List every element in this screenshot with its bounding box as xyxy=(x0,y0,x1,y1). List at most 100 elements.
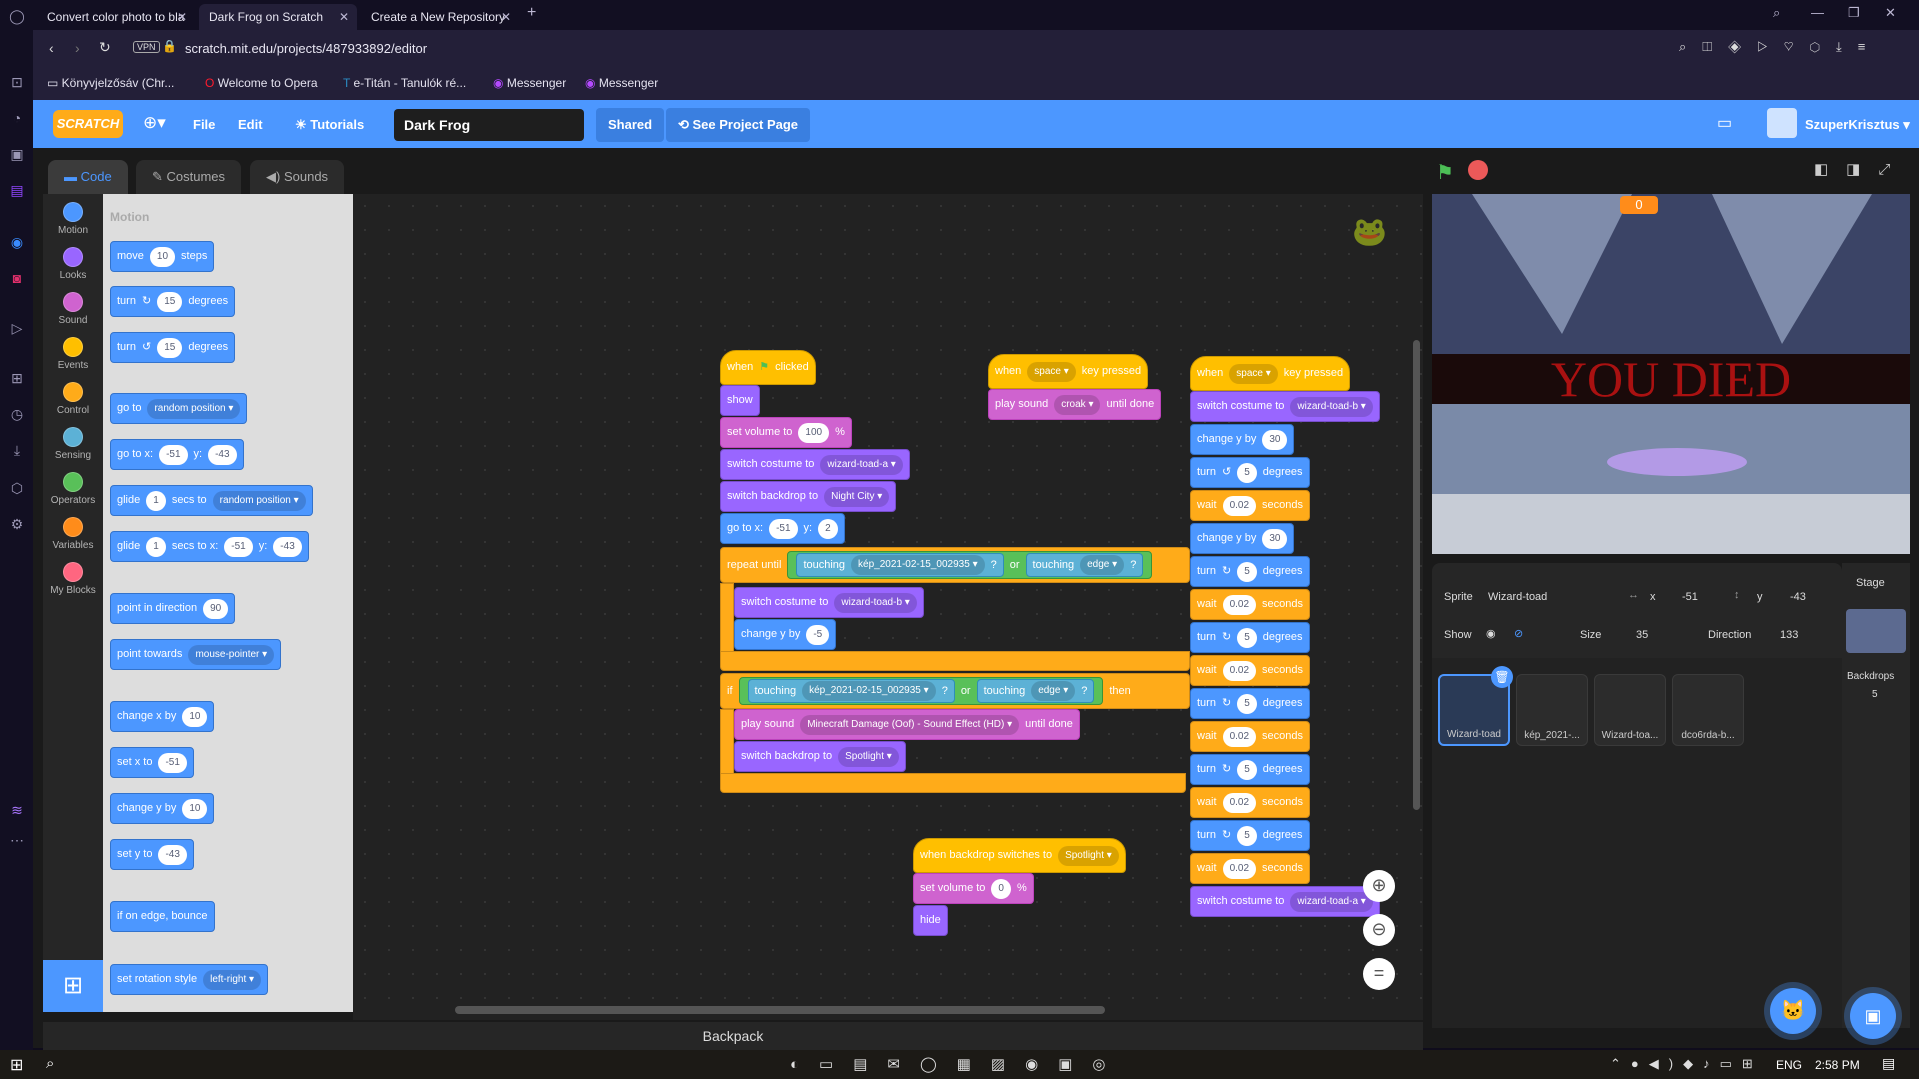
block-play-sound-until-done[interactable]: play sound Minecraft Damage (Oof) - Sound… xyxy=(734,709,1080,740)
block-turn-right[interactable]: turn ↻ 5 degrees xyxy=(1190,622,1310,653)
category-my-blocks[interactable]: My Blocks xyxy=(43,562,103,596)
instagram-icon[interactable]: ◙ xyxy=(7,268,27,288)
stop-icon[interactable] xyxy=(1468,160,1488,180)
block-input[interactable]: 2 xyxy=(818,518,838,539)
block-go-to-xy[interactable]: go to x: -51 y: 2 xyxy=(720,513,845,544)
block-input[interactable]: -51 xyxy=(224,536,253,557)
settings-gear-icon[interactable]: ⚙ xyxy=(7,514,27,534)
block-if-then[interactable]: if touching kép_2021-02-15_002935 ▾? or t… xyxy=(720,673,1190,709)
toolbar-icons[interactable]: ⌕◫◈▷♡⬡⤓≡ xyxy=(1679,39,1881,55)
more-icon[interactable]: ⋯ xyxy=(7,830,27,850)
box-icon[interactable]: ⬡ xyxy=(7,478,27,498)
block-input[interactable]: 5 xyxy=(1237,825,1257,846)
block-when-backdrop-switches[interactable]: when backdrop switches to Spotlight ▾ xyxy=(913,838,1126,873)
edit-menu[interactable]: Edit xyxy=(238,117,263,132)
block-or[interactable]: touching kép_2021-02-15_002935 ▾? or touc… xyxy=(738,677,1104,705)
workspace-vscrollbar[interactable] xyxy=(1413,340,1420,810)
username-menu[interactable]: SzuperKrisztus ▾ xyxy=(1805,117,1910,133)
backpack-bar[interactable]: Backpack xyxy=(43,1022,1423,1050)
block-input[interactable]: 100 xyxy=(798,422,830,443)
block-input[interactable]: 0.02 xyxy=(1222,858,1257,879)
url-field[interactable]: scratch.mit.edu/projects/487933892/edito… xyxy=(185,41,427,56)
zoom-reset-button[interactable]: = xyxy=(1363,958,1395,990)
project-title-input[interactable]: Dark Frog xyxy=(394,109,584,141)
dropdown[interactable]: edge ▾ xyxy=(1031,681,1076,701)
block-go-to[interactable]: go to random position ▾ xyxy=(110,393,248,424)
tab-costumes[interactable]: ✎ Costumes xyxy=(136,160,242,194)
block-input[interactable]: 0.02 xyxy=(1222,726,1257,747)
block-switch-costume[interactable]: switch costume to wizard-toad-a ▾ xyxy=(1190,886,1380,917)
category-looks[interactable]: Looks xyxy=(43,247,103,281)
new-tab-plus-icon[interactable]: + xyxy=(527,4,536,22)
block-input[interactable]: -51 xyxy=(769,518,798,539)
history-icon[interactable]: ◷ xyxy=(7,404,27,424)
download-icon[interactable]: ⤓ xyxy=(7,440,27,460)
delete-trash-icon[interactable]: 🗑 xyxy=(1491,666,1513,688)
block-set-x[interactable]: set x to -51 xyxy=(110,747,194,778)
eye-hidden-icon[interactable]: ⊘ xyxy=(1514,627,1523,640)
messenger-icon[interactable]: ◉ xyxy=(7,232,27,252)
tab-convert[interactable]: Convert color photo to bla ✕ xyxy=(37,4,195,30)
block-input[interactable]: 10 xyxy=(182,706,208,727)
block-input[interactable]: -43 xyxy=(273,536,302,557)
block-repeat-until[interactable]: repeat until touching kép_2021-02-15_0029… xyxy=(720,547,1190,583)
dropdown[interactable]: wizard-toad-a ▾ xyxy=(1290,891,1373,912)
block-set-volume[interactable]: set volume to 100% xyxy=(720,417,852,448)
block-input[interactable]: 30 xyxy=(1262,528,1288,549)
close-icon[interactable]: ✕ xyxy=(501,4,511,30)
dropdown[interactable]: wizard-toad-a ▾ xyxy=(820,454,903,475)
block-input[interactable]: 0 xyxy=(991,878,1011,899)
windows-start-icon[interactable]: ⊞ xyxy=(10,1055,23,1075)
category-control[interactable]: Control xyxy=(43,382,103,416)
block-input[interactable]: 1 xyxy=(146,490,166,511)
stage-size-icons[interactable]: ◧◨⤢ xyxy=(1814,160,1908,178)
block-input[interactable]: 0.02 xyxy=(1222,792,1257,813)
search-icon[interactable]: ⌕ xyxy=(46,1055,54,1072)
dropdown[interactable]: croak ▾ xyxy=(1054,394,1101,415)
stage-selector-panel[interactable]: Stage Backdrops 5 ▣ xyxy=(1842,563,1910,1039)
minimize-icon[interactable]: — xyxy=(1811,5,1824,20)
block-input[interactable]: 1 xyxy=(146,536,166,557)
dropdown[interactable]: kép_2021-02-15_002935 ▾ xyxy=(851,555,985,575)
bookmark-messenger-1[interactable]: ◉ Messenger xyxy=(493,76,566,90)
dropdown[interactable]: mouse-pointer ▾ xyxy=(188,644,275,665)
opera-logo-icon[interactable]: ◯ xyxy=(7,6,27,26)
scratch-logo[interactable]: SCRATCH xyxy=(53,110,123,138)
block-glide-to-xy[interactable]: glide 1 secs to x: -51 y: -43 xyxy=(110,531,309,562)
block-move[interactable]: move 10 steps xyxy=(110,241,215,272)
twitch-icon[interactable]: ▤ xyxy=(7,180,27,200)
block-input[interactable]: 15 xyxy=(157,337,183,358)
block-input[interactable]: -5 xyxy=(806,624,830,645)
tray-icons[interactable]: ⌃●◀)◆♪▭⊞ xyxy=(1610,1056,1763,1072)
block-change-y[interactable]: change y by 30 xyxy=(1190,424,1295,455)
tab-github[interactable]: Create a New Repository ✕ xyxy=(361,4,519,30)
dropdown[interactable]: edge ▾ xyxy=(1080,555,1125,575)
sprite-thumb-dco6rda[interactable]: dco6rda-b... xyxy=(1672,674,1744,746)
block-wait[interactable]: wait 0.02 seconds xyxy=(1190,853,1311,884)
block-point-towards[interactable]: point towards mouse-pointer ▾ xyxy=(110,639,282,670)
close-window-icon[interactable]: ✕ xyxy=(1885,5,1896,21)
block-change-y[interactable]: change y by 30 xyxy=(1190,523,1295,554)
block-set-rotation-style[interactable]: set rotation style left-right ▾ xyxy=(110,964,269,995)
block-or[interactable]: touching kép_2021-02-15_002935 ▾? or touc… xyxy=(787,551,1153,579)
close-icon[interactable]: ✕ xyxy=(177,4,187,30)
sprite-thumb-kep[interactable]: kép_2021-... xyxy=(1516,674,1588,746)
block-go-to-xy[interactable]: go to x: -51 y: -43 xyxy=(110,439,244,470)
block-when-key-pressed[interactable]: when space ▾ key pressed xyxy=(988,354,1149,389)
back-icon[interactable]: ‹ xyxy=(49,40,54,56)
gamepad-icon[interactable]: ⊡ xyxy=(7,72,27,92)
block-input[interactable]: 10 xyxy=(182,798,208,819)
block-play-sound-until-done[interactable]: play sound croak ▾ until done xyxy=(988,389,1162,420)
block-when-flag-clicked[interactable]: when ⚑ clicked xyxy=(720,350,816,385)
block-turn-right[interactable]: turn ↻ 15 degrees xyxy=(110,286,236,317)
block-input[interactable]: 30 xyxy=(1262,429,1288,450)
block-turn-right[interactable]: turn ↻ 5 degrees xyxy=(1190,754,1310,785)
block-touching[interactable]: touching edge ▾? xyxy=(1025,553,1144,577)
block-input[interactable]: 5 xyxy=(1237,693,1257,714)
block-when-key-pressed[interactable]: when space ▾ key pressed xyxy=(1190,356,1351,391)
stage-thumbnail[interactable] xyxy=(1846,609,1906,653)
y-field[interactable]: -43 xyxy=(1790,591,1806,603)
block-wait[interactable]: wait 0.02 seconds xyxy=(1190,655,1311,686)
block-wait[interactable]: wait 0.02 seconds xyxy=(1190,490,1311,521)
language-indicator[interactable]: ENG xyxy=(1776,1058,1802,1072)
